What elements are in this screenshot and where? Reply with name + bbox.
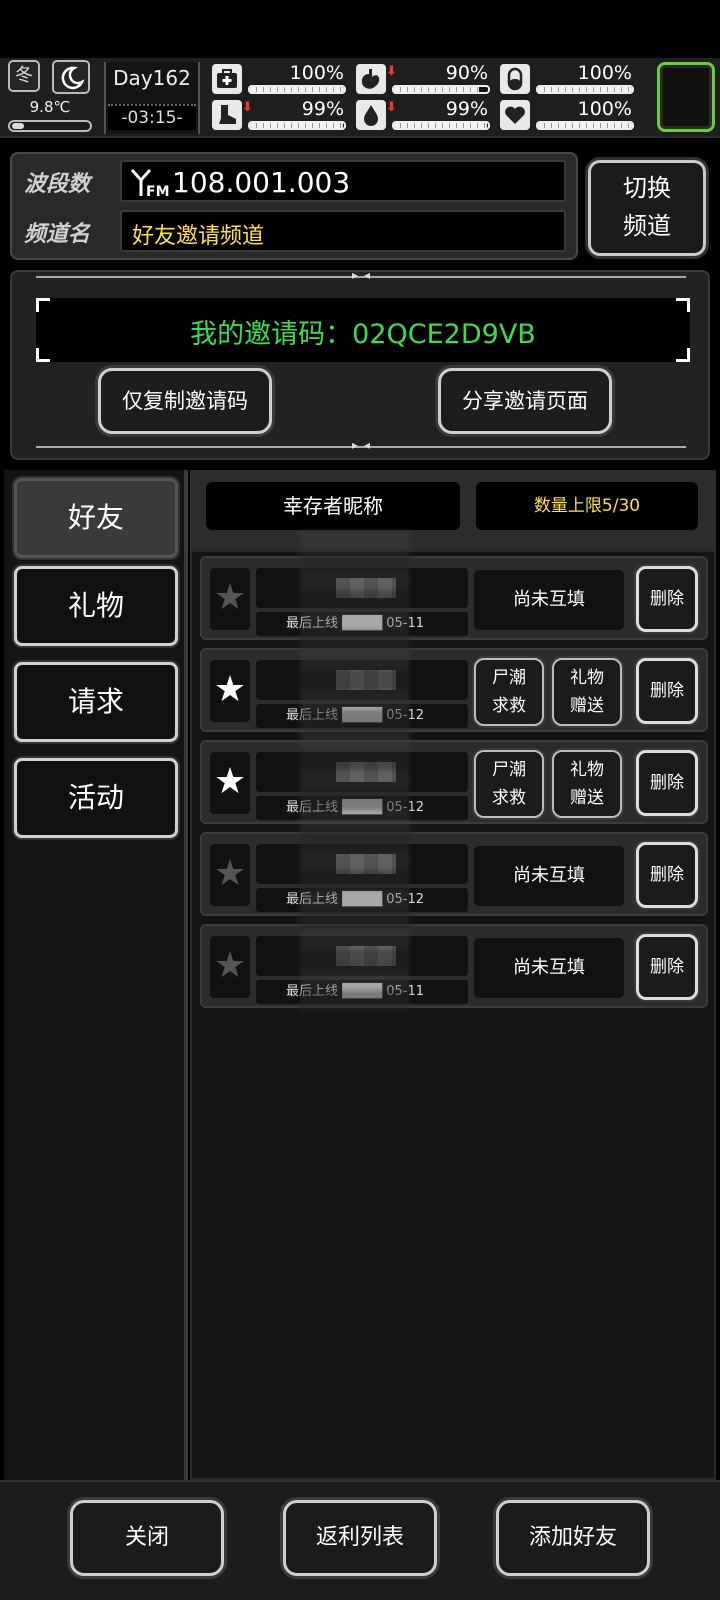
- not-mutual-status: 尚未互填: [474, 938, 624, 998]
- stat-percent: 90%: [445, 62, 488, 84]
- friend-row: ★ 最后上线 ████ 05-12 尸潮求救 礼物赠送 删除: [200, 648, 708, 732]
- game-clock: -03:15-: [108, 104, 196, 130]
- copy-invite-code-button[interactable]: 仅复制邀请码: [98, 368, 272, 434]
- svg-text:FM: FM: [146, 184, 170, 198]
- moon-icon: [52, 60, 90, 94]
- friend-list[interactable]: ★ 最后上线 ████ 05-11 尚未互填 删除 ★ 最后上线 ████ 05…: [190, 550, 716, 1480]
- arrow-down-icon: ⬇: [386, 100, 397, 115]
- not-mutual-status: 尚未互填: [474, 846, 624, 906]
- close-button[interactable]: 关闭: [70, 1500, 224, 1576]
- delete-friend-button[interactable]: 删除: [636, 566, 698, 632]
- medkit-icon: [212, 64, 242, 94]
- heart-icon: [500, 100, 530, 130]
- tab-gifts[interactable]: 礼物: [14, 566, 178, 646]
- friend-list-header: 幸存者昵称 数量上限5/30: [190, 470, 716, 550]
- bottom-rail-divider: [36, 438, 686, 452]
- season-indicator: 冬: [8, 60, 40, 92]
- invite-code-text: 我的邀请码：02QCE2D9VB: [190, 319, 536, 350]
- tab-events[interactable]: 活动: [14, 758, 178, 838]
- star-icon[interactable]: ★: [210, 844, 250, 906]
- stat-thirst: ⬇ 99%: [356, 98, 490, 132]
- top-rail-divider: [36, 268, 686, 282]
- channel-name-value: 好友邀请频道: [132, 224, 265, 249]
- frequency-field: FM 108.001.003: [120, 160, 566, 202]
- horde-sos-button[interactable]: 尸潮 求救: [474, 750, 544, 818]
- tab-requests[interactable]: 请求: [14, 662, 178, 742]
- temperature-readout: 9.8℃: [29, 98, 71, 116]
- friend-row: ★ 最后上线 ████ 05-12 尸潮求救 礼物赠送 删除: [200, 740, 708, 824]
- friend-row: ★ 最后上线 ████ 05-12 尚未互填 删除: [200, 832, 708, 916]
- channel-name-field: 好友邀请频道: [120, 210, 566, 252]
- stat-stamina: ⬇ 99%: [212, 98, 346, 132]
- boot-icon: [212, 100, 242, 130]
- survivor-name-header: 幸存者昵称: [206, 482, 460, 530]
- switch-label-line1: 切换: [623, 174, 671, 202]
- stat-percent: 99%: [301, 98, 344, 120]
- invite-code-box: 我的邀请码：02QCE2D9VB: [36, 298, 690, 362]
- switch-channel-button[interactable]: 切换 频道: [588, 160, 706, 256]
- star-icon[interactable]: ★: [210, 752, 250, 814]
- stat-health: 100%: [212, 62, 346, 96]
- frequency-value: 108.001.003: [172, 166, 351, 199]
- switch-label-line2: 频道: [623, 212, 671, 240]
- channel-name-label: 频道名: [24, 222, 91, 247]
- invite-panel: 我的邀请码：02QCE2D9VB 仅复制邀请码 分享邀请页面: [10, 268, 710, 460]
- add-friend-button[interactable]: 添加好友: [496, 1500, 650, 1576]
- star-icon[interactable]: ★: [210, 568, 250, 630]
- star-icon[interactable]: ★: [210, 660, 250, 722]
- backpack-slot-button[interactable]: [657, 62, 715, 132]
- stat-percent: 100%: [289, 62, 344, 84]
- category-sidebar: 好友 礼物 请求 活动: [4, 470, 188, 1480]
- send-gift-button[interactable]: 礼物 赠送: [552, 658, 622, 726]
- stat-percent: 100%: [577, 98, 632, 120]
- stomach-icon: [356, 64, 386, 94]
- day-clock-panel: Day162 -03:15-: [104, 62, 200, 134]
- stat-hunger: ⬇ 90%: [356, 62, 490, 96]
- delete-friend-button[interactable]: 删除: [636, 658, 698, 724]
- temperature-bar: [8, 120, 92, 132]
- friend-row: ★ 最后上线 ████ 05-11 尚未互填 删除: [200, 924, 708, 1008]
- horde-sos-button[interactable]: 尸潮 求救: [474, 658, 544, 726]
- stat-percent: 100%: [577, 62, 632, 84]
- not-mutual-status: 尚未互填: [474, 570, 624, 630]
- antenna-fm-icon: FM: [130, 168, 170, 198]
- pill-icon: [500, 64, 530, 94]
- arrow-down-icon: ⬇: [386, 64, 397, 79]
- redaction-overlay: [300, 530, 410, 1010]
- friend-row: ★ 最后上线 ████ 05-11 尚未互填 删除: [200, 556, 708, 640]
- share-invite-page-button[interactable]: 分享邀请页面: [438, 368, 612, 434]
- stat-percent: 99%: [445, 98, 488, 120]
- tab-friends[interactable]: 好友: [14, 478, 178, 558]
- stat-medicine: 100%: [500, 62, 634, 96]
- arrow-down-icon: ⬇: [242, 100, 253, 115]
- delete-friend-button[interactable]: 删除: [636, 750, 698, 816]
- channel-panel: 波段数 频道名 FM 108.001.003 好友邀请频道: [10, 152, 578, 260]
- stat-mood: 100%: [500, 98, 634, 132]
- day-counter: Day162: [113, 66, 191, 90]
- delete-friend-button[interactable]: 删除: [636, 842, 698, 908]
- send-gift-button[interactable]: 礼物 赠送: [552, 750, 622, 818]
- water-drop-icon: [356, 100, 386, 130]
- star-icon[interactable]: ★: [210, 936, 250, 998]
- system-status-bar: [0, 0, 720, 58]
- friend-limit-counter: 数量上限5/30: [476, 482, 698, 530]
- band-label: 波段数: [24, 172, 91, 197]
- rebate-list-button[interactable]: 返利列表: [283, 1500, 437, 1576]
- season-label: 冬: [15, 65, 33, 86]
- delete-friend-button[interactable]: 删除: [636, 934, 698, 1000]
